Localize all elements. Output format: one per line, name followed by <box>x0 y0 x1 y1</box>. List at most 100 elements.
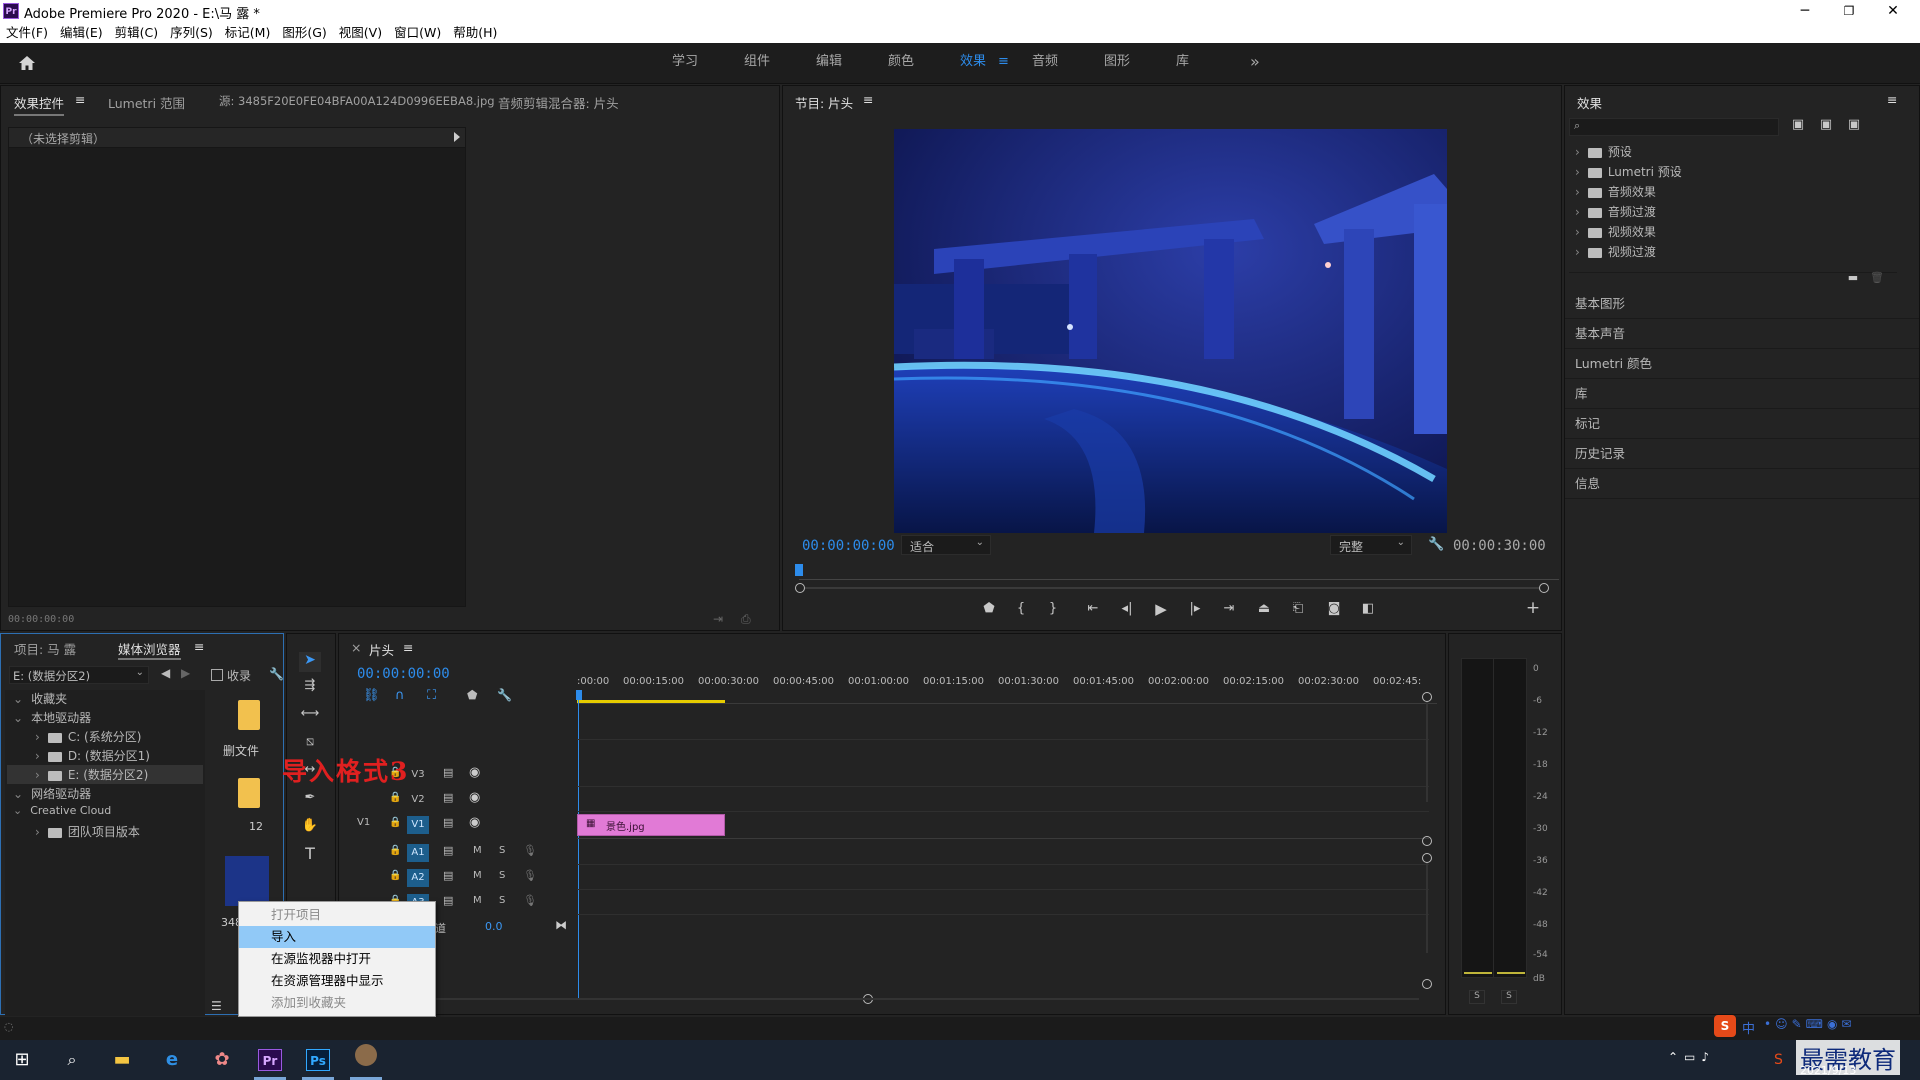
folder-thumb-icon[interactable] <box>238 778 260 808</box>
razor-tool-icon[interactable]: ⧅ <box>299 734 321 749</box>
go-to-in-icon[interactable]: ⇤ <box>1083 601 1103 616</box>
yuv-effects-icon[interactable]: ▣ <box>1843 117 1865 132</box>
extract-icon[interactable]: ⎗ <box>1287 601 1309 616</box>
mute-button[interactable]: M <box>473 895 482 906</box>
lock-icon[interactable]: 🔒 <box>389 817 401 828</box>
image-thumb[interactable] <box>225 856 269 906</box>
accelerated-effects-icon[interactable]: ▣ <box>1787 117 1809 132</box>
sync-lock-icon[interactable]: ▤ <box>443 816 453 829</box>
hand-tool-icon[interactable]: ✋ <box>299 818 321 833</box>
drive-select[interactable]: E: (数据分区2) ⌄ <box>9 666 149 684</box>
folder-thumb-icon[interactable] <box>238 700 260 730</box>
ime-mode-label[interactable]: 中 <box>1742 1018 1755 1037</box>
menu-clip[interactable]: 剪辑(C) <box>109 22 164 43</box>
section-lumetri-color[interactable]: Lumetri 颜色 <box>1565 349 1919 379</box>
playback-resolution-select[interactable]: 完整 ⌄ <box>1330 535 1412 555</box>
section-essential-sound[interactable]: 基本声音 <box>1565 319 1919 349</box>
effects-tree-item[interactable]: › 音频过渡 <box>1575 203 1656 223</box>
mic-icon[interactable]: 🎙 <box>523 894 537 907</box>
export-frame-icon[interactable]: ⇥ <box>713 612 723 626</box>
forward-arrow-icon[interactable]: ▶ <box>181 666 190 680</box>
program-monitor-menu-icon[interactable]: ≡ <box>863 92 873 107</box>
source-patch-v1[interactable]: V1 <box>357 817 370 828</box>
mic-icon[interactable]: 🎙 <box>523 844 537 857</box>
tab-project[interactable]: 项目: 马 露 <box>14 639 76 658</box>
compare-icon[interactable]: ◧ <box>1357 601 1379 616</box>
effects-tree-item[interactable]: › 预设 <box>1575 143 1632 163</box>
out-point-icon[interactable]: } <box>1043 601 1063 616</box>
workspace-libraries[interactable]: 库 <box>1176 43 1189 81</box>
section-history[interactable]: 历史记录 <box>1565 439 1919 469</box>
solo-button[interactable]: S <box>499 895 505 906</box>
menu-item-import[interactable]: 导入 <box>239 926 435 948</box>
expand-arrow-icon[interactable] <box>454 132 460 142</box>
edge-icon[interactable]: e <box>152 1044 192 1076</box>
menu-help[interactable]: 帮助(H) <box>447 22 503 43</box>
timeline-horizontal-scrollbar[interactable] <box>359 998 1419 1000</box>
in-point-icon[interactable]: { <box>1011 601 1031 616</box>
wrench-icon[interactable]: 🔧 <box>1428 537 1444 552</box>
program-time-ruler[interactable] <box>799 566 1559 580</box>
zoom-fit-select[interactable]: 适合 ⌄ <box>901 535 991 555</box>
workspace-learn[interactable]: 学习 <box>672 43 698 81</box>
lock-icon[interactable]: 🔒 <box>389 845 401 856</box>
effects-tree-item[interactable]: › 视频过渡 <box>1575 243 1656 263</box>
lock-icon[interactable]: 🔒 <box>389 870 401 881</box>
type-tool-icon[interactable]: T <box>299 844 321 863</box>
track-target-a1[interactable]: A1 <box>407 844 429 862</box>
track-target-a2[interactable]: A2 <box>407 869 429 887</box>
workspace-effects[interactable]: 效果 <box>960 43 986 81</box>
menu-item-open-project[interactable]: 打开项目 <box>239 904 435 926</box>
section-libraries[interactable]: 库 <box>1565 379 1919 409</box>
file-explorer-icon[interactable]: ▬ <box>102 1044 142 1076</box>
workspace-assembly[interactable]: 组件 <box>744 43 770 81</box>
menu-view[interactable]: 视图(V) <box>333 22 388 43</box>
v-scroll-handle[interactable] <box>1422 836 1432 846</box>
workspace-editing[interactable]: 编辑 <box>816 43 842 81</box>
track-target-v3[interactable]: V3 <box>407 766 429 784</box>
solo-button[interactable]: S <box>499 870 505 881</box>
pen-tool-icon[interactable]: ✒ <box>299 790 321 805</box>
workspace-effects-menu-icon[interactable]: ≡ <box>998 43 1009 81</box>
menu-graphics[interactable]: 图形(G) <box>276 22 332 43</box>
section-markers[interactable]: 标记 <box>1565 409 1919 439</box>
workspace-color[interactable]: 颜色 <box>888 43 914 81</box>
scroll-start-handle[interactable] <box>795 583 805 593</box>
menu-marker[interactable]: 标记(M) <box>219 22 277 43</box>
effects-tree-item[interactable]: › 视频效果 <box>1575 223 1656 243</box>
tree-drive-d[interactable]: › D: (数据分区1) <box>35 747 150 767</box>
playhead[interactable] <box>795 564 803 576</box>
tab-source-monitor[interactable]: 源: 3485F20E0FE04BFA00A124D0996EEBA8.jpg <box>219 93 495 109</box>
timeline-timecode[interactable]: 00:00:00:00 <box>357 666 450 682</box>
tab-media-browser[interactable]: 媒体浏览器 <box>118 639 181 660</box>
audio-vertical-scrollbar[interactable] <box>1426 863 1428 953</box>
menu-item-add-to-favorites[interactable]: 添加到收藏夹 <box>239 992 435 1014</box>
nest-toggle-icon[interactable]: ⛓ <box>363 688 380 703</box>
32bit-effects-icon[interactable]: ▣ <box>1815 117 1837 132</box>
mute-button[interactable]: M <box>473 870 482 881</box>
tab-menu-icon[interactable]: ≡ <box>75 92 85 107</box>
step-forward-icon[interactable]: |▸ <box>1185 601 1205 616</box>
menu-item-reveal-in-explorer[interactable]: 在资源管理器中显示 <box>239 970 435 992</box>
menu-item-open-in-source-monitor[interactable]: 在源监视器中打开 <box>239 948 435 970</box>
tree-network-drives[interactable]: ⌄ 网络驱动器 <box>13 785 91 805</box>
work-area-bar[interactable] <box>577 700 725 703</box>
ingest-checkbox[interactable] <box>211 669 223 681</box>
wrench-icon[interactable]: 🔧 <box>269 667 284 681</box>
new-bin-icon[interactable]: ▬ <box>1845 271 1861 284</box>
workspace-overflow-icon[interactable]: » <box>1250 43 1260 81</box>
menu-edit[interactable]: 编辑(E) <box>54 22 109 43</box>
tree-local-drives[interactable]: ⌄ 本地驱动器 <box>13 709 91 729</box>
restore-button[interactable]: ❐ <box>1826 0 1872 22</box>
tray-icons[interactable]: ⌃▭♪ <box>1668 1050 1715 1064</box>
section-info[interactable]: 信息 <box>1565 469 1919 499</box>
camera-icon[interactable]: ◙ <box>1323 601 1345 616</box>
sync-lock-icon[interactable]: ▤ <box>443 869 453 882</box>
mic-icon[interactable]: 🎙 <box>523 869 537 882</box>
timeline-settings-icon[interactable]: 🔧 <box>497 688 512 702</box>
tab-lumetri-scopes[interactable]: Lumetri 范围 <box>108 93 185 112</box>
settings-export-icon[interactable]: ⎙ <box>741 612 751 627</box>
track-target-v2[interactable]: V2 <box>407 791 429 809</box>
add-marker-icon[interactable]: ⬟ <box>467 688 477 702</box>
menu-window[interactable]: 窗口(W) <box>388 22 447 43</box>
